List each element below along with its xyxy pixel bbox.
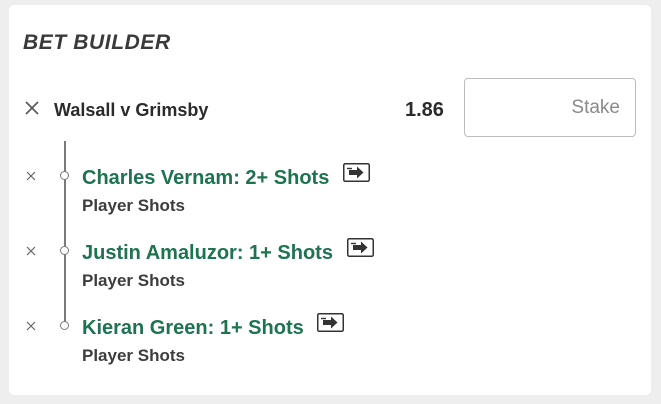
- leg-item: Justin Amaluzor: 1+ Shots Player Shots: [9, 236, 609, 296]
- match-title: Walsall v Grimsby: [54, 100, 209, 120]
- stake-input[interactable]: [464, 78, 636, 137]
- remove-leg-icon[interactable]: [26, 321, 36, 331]
- timeline-dot: [60, 246, 69, 255]
- swap-icon[interactable]: [346, 238, 374, 257]
- leg-item: Charles Vernam: 2+ Shots Player Shots: [9, 161, 609, 221]
- timeline-dot: [60, 321, 69, 330]
- remove-leg-icon[interactable]: [26, 171, 36, 181]
- bet-builder-card: BET BUILDER Walsall v Grimsby 1.86 Charl…: [9, 5, 651, 395]
- leg-item: Kieran Green: 1+ Shots Player Shots: [9, 311, 609, 371]
- leg-selection-label: Charles Vernam: 2+ Shots: [82, 167, 330, 189]
- swap-icon[interactable]: [317, 313, 345, 332]
- odds-value: 1.86: [405, 99, 444, 121]
- leg-selection: Justin Amaluzor: 1+ Shots: [82, 238, 374, 265]
- bet-builder-title: BET BUILDER: [23, 31, 171, 54]
- leg-selection: Charles Vernam: 2+ Shots: [82, 163, 370, 190]
- leg-market: Player Shots: [82, 271, 185, 290]
- close-icon[interactable]: [25, 101, 39, 115]
- swap-icon[interactable]: [342, 163, 370, 182]
- timeline-dot: [60, 171, 69, 180]
- leg-market: Player Shots: [82, 346, 185, 365]
- leg-selection: Kieran Green: 1+ Shots: [82, 313, 345, 340]
- remove-leg-icon[interactable]: [26, 246, 36, 256]
- leg-market: Player Shots: [82, 196, 185, 215]
- leg-selection-label: Justin Amaluzor: 1+ Shots: [82, 242, 333, 264]
- leg-selection-label: Kieran Green: 1+ Shots: [82, 317, 304, 339]
